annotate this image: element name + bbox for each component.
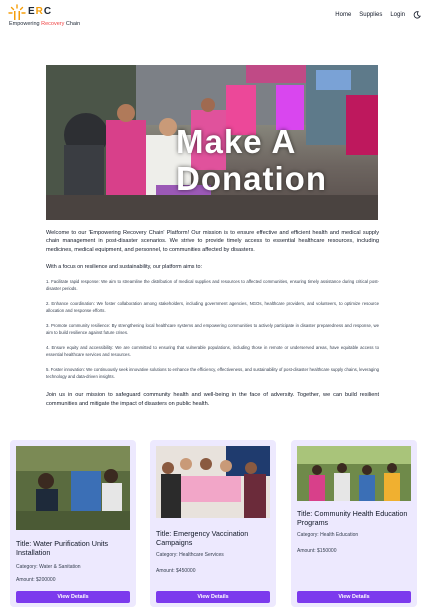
site-header: ERC Empowering Recovery Chain Home Suppl… — [0, 0, 431, 30]
erc-logo[interactable]: ERC Empowering Recovery Chain — [8, 4, 88, 28]
focus-paragraph: With a focus on resilience and sustainab… — [46, 264, 202, 271]
view-details-button[interactable]: View Details — [156, 591, 270, 603]
mission-content: Welcome to our 'Empowering Recovery Chai… — [46, 229, 379, 408]
card-category: Category: Water & Sanitation — [16, 564, 81, 570]
join-paragraph: Join us in our mission to safeguard comm… — [46, 392, 379, 407]
hero-title-line1: Make A — [176, 123, 297, 160]
nav-supplies-link[interactable]: Supplies — [359, 12, 382, 18]
card-title: Title: Emergency Vaccination Campaigns — [156, 529, 249, 547]
moon-icon[interactable] — [413, 11, 421, 19]
hero-title-line2: Donation — [176, 160, 327, 197]
nav-login-link[interactable]: Login — [390, 12, 405, 18]
logo-tagline: Empowering Recovery Chain — [9, 21, 81, 27]
health-education-photo — [297, 446, 411, 501]
card-category: Category: Healthcare Services — [156, 552, 224, 558]
vaccination-check-photo — [156, 446, 270, 518]
aim-item: 2. Enhance coordination: We foster colla… — [46, 301, 379, 314]
card-amount: Amount: $150000 — [297, 548, 337, 554]
aim-item: 5. Foster innovation: We continuously se… — [46, 367, 379, 380]
water-purification-photo — [16, 446, 130, 530]
sun-logo-icon — [8, 4, 26, 20]
card-amount: Amount: $450000 — [156, 568, 196, 574]
card-amount: Amount: $200000 — [16, 577, 56, 583]
card-title: Title: Community Health Education Progra… — [297, 509, 408, 527]
main-nav: Home Supplies Login — [335, 11, 421, 19]
campaign-card[interactable]: Title: Water Purification Units Installa… — [10, 440, 136, 607]
intro-paragraph: Welcome to our 'Empowering Recovery Chai… — [46, 230, 379, 253]
card-title: Title: Water Purification Units Installa… — [16, 539, 109, 557]
view-details-button[interactable]: View Details — [16, 591, 130, 603]
nav-home-link[interactable]: Home — [335, 12, 351, 18]
campaign-card[interactable]: Title: Community Health Education Progra… — [291, 440, 417, 607]
view-details-button[interactable]: View Details — [297, 591, 411, 603]
hero-title: Make A Donation — [176, 123, 376, 197]
aim-item: 3. Promote community resilience: By stre… — [46, 323, 379, 336]
hero-banner: Make A Donation — [46, 65, 378, 220]
logo-letters: ERC — [28, 6, 53, 17]
campaign-card[interactable]: Title: Emergency Vaccination Campaigns C… — [150, 440, 276, 607]
aim-item: 4. Ensure equity and accessibility: We a… — [46, 345, 379, 358]
card-category: Category: Health Education — [297, 532, 359, 538]
aim-item: 1. Facilitate rapid response: We aim to … — [46, 279, 379, 292]
